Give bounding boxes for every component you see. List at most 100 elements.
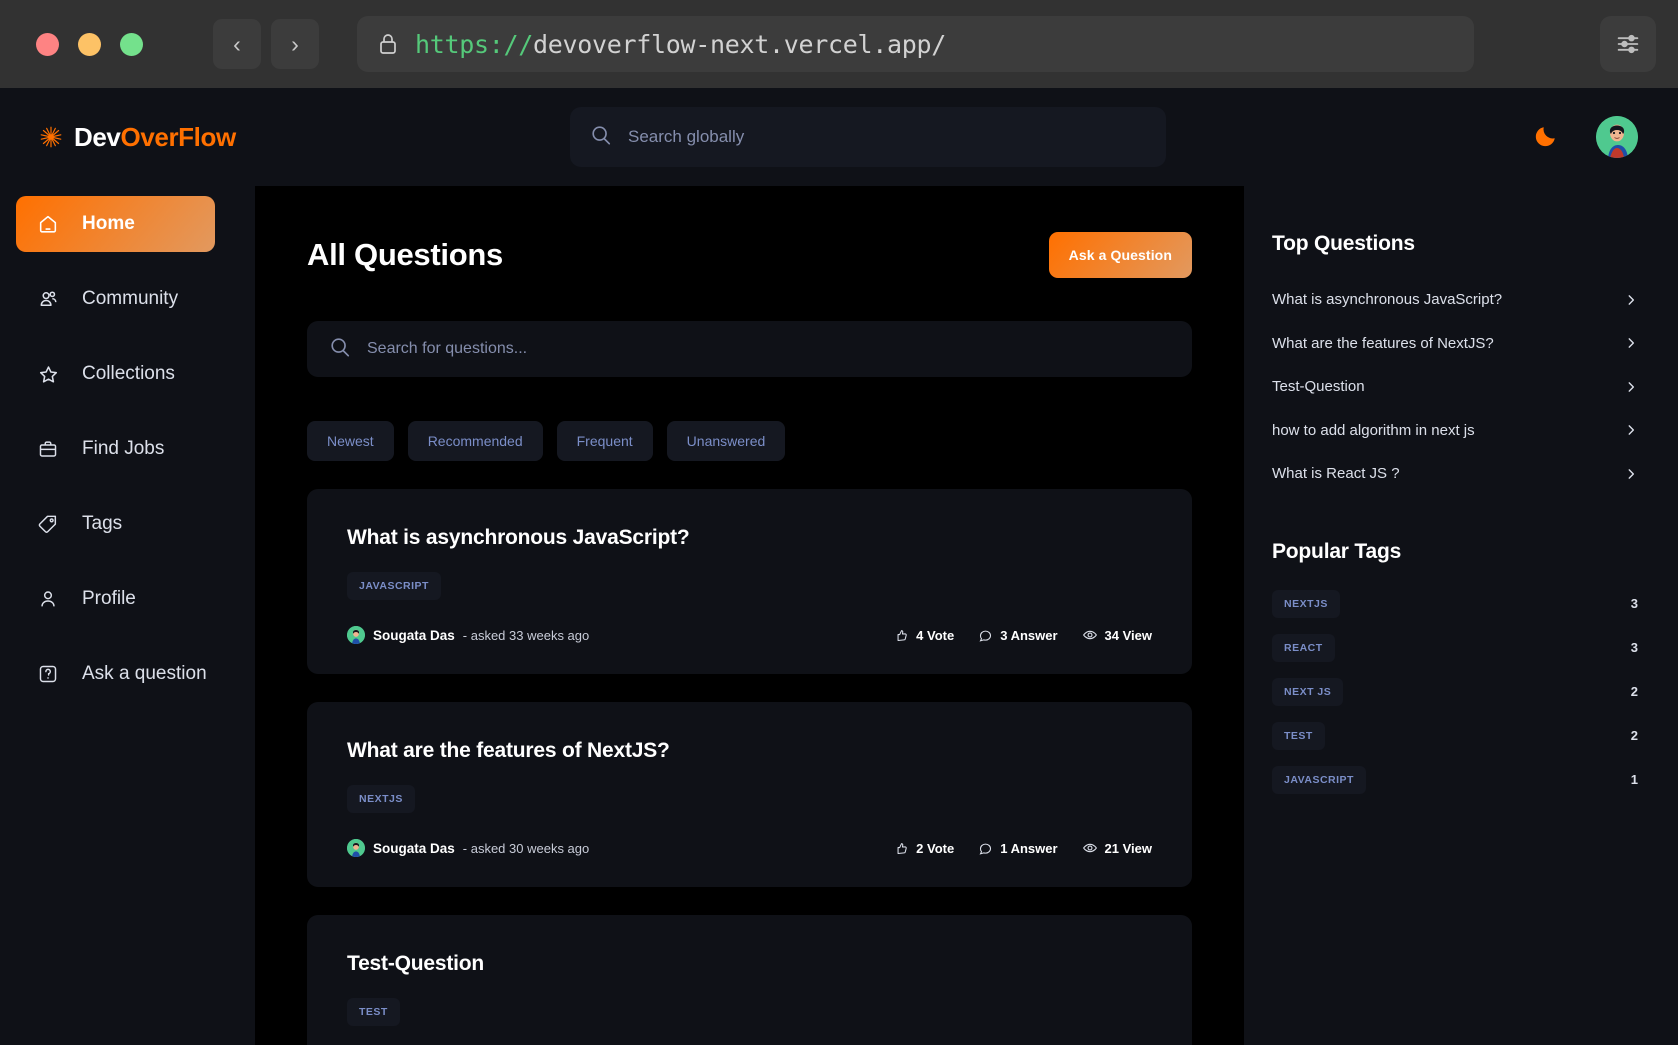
filter-frequent[interactable]: Frequent — [556, 421, 653, 461]
question-author[interactable]: Sougata Das - asked 30 weeks ago — [347, 839, 589, 857]
ask-a-question-button[interactable]: Ask a Question — [1048, 232, 1192, 278]
tag-chip[interactable]: TEST — [1272, 721, 1325, 750]
top-question-item[interactable]: What is asynchronous JavaScript? — [1272, 278, 1638, 322]
tag-chip[interactable]: TEST — [347, 998, 400, 1026]
sidebar-item-label: Community — [82, 288, 179, 309]
home-icon — [36, 212, 60, 236]
top-question-item[interactable]: how to add algorithm in next js — [1272, 409, 1638, 453]
app-logo[interactable]: DevOverFlow — [38, 122, 236, 153]
tag-count: 3 — [1630, 640, 1638, 655]
address-bar[interactable]: https://devoverflow-next.vercel.app/ — [357, 16, 1474, 72]
tag-count: 3 — [1630, 596, 1638, 611]
filter-newest[interactable]: Newest — [307, 421, 394, 461]
question-author[interactable]: Sougata Das - asked 33 weeks ago — [347, 626, 589, 644]
lock-icon — [377, 32, 399, 56]
sidebar-item-label: Home — [82, 213, 135, 234]
top-question-item[interactable]: What are the features of NextJS? — [1272, 322, 1638, 366]
question-search-placeholder: Search for questions... — [367, 340, 528, 357]
filter-unanswered[interactable]: Unanswered — [666, 421, 786, 461]
star-icon — [36, 362, 60, 386]
question-card-footer: Sougata Das - asked 33 weeks ago 4 Vote — [347, 626, 1152, 644]
eye-icon — [1082, 843, 1097, 853]
search-icon — [329, 336, 351, 363]
question-card[interactable]: What is asynchronous JavaScript? JAVASCR… — [307, 489, 1192, 674]
answer-metric: 1 Answer — [978, 840, 1058, 856]
global-search-input[interactable]: Search globally — [570, 107, 1166, 167]
tag-chip[interactable]: JAVASCRIPT — [347, 572, 441, 600]
popular-tags-list: NEXTJS 3 REACT 3 NEXT JS 2 TEST 2 JAVASC… — [1272, 582, 1638, 802]
popular-tags-block: Popular Tags NEXTJS 3 REACT 3 NEXT JS 2 — [1272, 540, 1638, 802]
question-card[interactable]: What are the features of NextJS? NEXTJS — [307, 702, 1192, 887]
tag-count: 2 — [1630, 684, 1638, 699]
question-title[interactable]: What are the features of NextJS? — [347, 739, 1152, 763]
sidebar-item-label: Ask a question — [82, 663, 207, 684]
sidebar-item-home[interactable]: Home — [16, 196, 215, 252]
browser-chrome: ‹ › https://devoverflow-next.vercel.app/ — [0, 0, 1678, 88]
page-body: Home Community Collections Find Jobs Tag… — [0, 186, 1678, 1045]
author-name: Sougata Das — [373, 840, 455, 856]
chevron-right-icon — [1624, 467, 1638, 481]
tag-chip[interactable]: NEXT JS — [1272, 677, 1344, 706]
top-question-text: What is React JS ? — [1272, 465, 1400, 482]
sidebar-item-collections[interactable]: Collections — [16, 346, 215, 402]
author-asked-meta: - asked 33 weeks ago — [462, 627, 590, 643]
popular-tag-row[interactable]: NEXT JS 2 — [1272, 670, 1638, 714]
view-metric: 21 View — [1082, 840, 1152, 856]
question-search-input[interactable]: Search for questions... — [307, 321, 1192, 377]
search-icon — [590, 124, 612, 151]
view-count: 34 View — [1104, 627, 1152, 643]
url-scheme: https:// — [415, 29, 534, 59]
author-name: Sougata Das — [373, 627, 455, 643]
top-question-text: What is asynchronous JavaScript? — [1272, 291, 1503, 308]
close-window-button[interactable] — [36, 32, 59, 56]
sidebar-item-ask-a-question[interactable]: Ask a question — [16, 646, 215, 702]
tag-chip[interactable]: REACT — [1272, 633, 1335, 662]
question-tag-list: JAVASCRIPT — [347, 572, 1152, 600]
tag-count: 1 — [1630, 772, 1638, 787]
theme-toggle-moon-icon[interactable] — [1532, 124, 1558, 150]
sidebar-item-tags[interactable]: Tags — [16, 496, 215, 552]
sun-burst-logo-icon — [40, 126, 62, 148]
sidebar-item-community[interactable]: Community — [16, 271, 215, 327]
question-metrics: 2 Vote 1 Answer 21 View — [894, 840, 1152, 856]
question-metrics: 4 Vote 3 Answer 34 View — [894, 627, 1152, 643]
logo-text-dev: Dev — [74, 121, 121, 152]
sidebar-item-label: Profile — [82, 588, 136, 609]
browser-nav-buttons: ‹ › — [213, 19, 319, 69]
answer-metric: 3 Answer — [978, 627, 1058, 643]
top-question-text: how to add algorithm in next js — [1272, 421, 1475, 439]
question-tag-list: TEST — [347, 998, 1152, 1026]
popular-tag-row[interactable]: TEST 2 — [1272, 714, 1638, 758]
popular-tag-row[interactable]: NEXTJS 3 — [1272, 582, 1638, 626]
user-icon — [36, 587, 60, 611]
settings-sliders-button[interactable] — [1600, 16, 1656, 72]
tag-chip[interactable]: NEXTJS — [1272, 589, 1340, 618]
answer-count: 3 Answer — [1000, 627, 1058, 643]
tag-count: 2 — [1630, 728, 1638, 743]
filter-recommended[interactable]: Recommended — [407, 421, 543, 461]
back-button[interactable]: ‹ — [213, 19, 261, 69]
filter-pill-group: Newest Recommended Frequent Unanswered — [307, 421, 1192, 461]
thumbs-up-icon — [897, 842, 907, 854]
vote-metric: 2 Vote — [894, 840, 954, 856]
chevron-right-icon — [1624, 293, 1638, 307]
global-search-placeholder: Search globally — [628, 127, 745, 146]
tag-chip[interactable]: JAVASCRIPT — [1272, 765, 1366, 794]
question-title[interactable]: What is asynchronous JavaScript? — [347, 526, 1152, 550]
forward-button[interactable]: › — [271, 19, 319, 69]
popular-tag-row[interactable]: JAVASCRIPT 1 — [1272, 758, 1638, 802]
maximize-window-button[interactable] — [120, 32, 143, 56]
community-icon — [36, 287, 60, 311]
minimize-window-button[interactable] — [78, 32, 101, 56]
sidebar-item-find-jobs[interactable]: Find Jobs — [16, 421, 215, 477]
top-question-text: Test-Question — [1272, 378, 1365, 395]
popular-tag-row[interactable]: REACT 3 — [1272, 626, 1638, 670]
top-question-item[interactable]: What is React JS ? — [1272, 452, 1638, 496]
question-card[interactable]: Test-Question TEST — [307, 915, 1192, 1045]
tag-chip[interactable]: NEXTJS — [347, 785, 415, 813]
question-title[interactable]: Test-Question — [347, 952, 1152, 976]
top-questions-heading: Top Questions — [1272, 232, 1415, 255]
sidebar-item-profile[interactable]: Profile — [16, 571, 215, 627]
top-question-item[interactable]: Test-Question — [1272, 365, 1638, 409]
user-avatar[interactable] — [1596, 116, 1638, 158]
